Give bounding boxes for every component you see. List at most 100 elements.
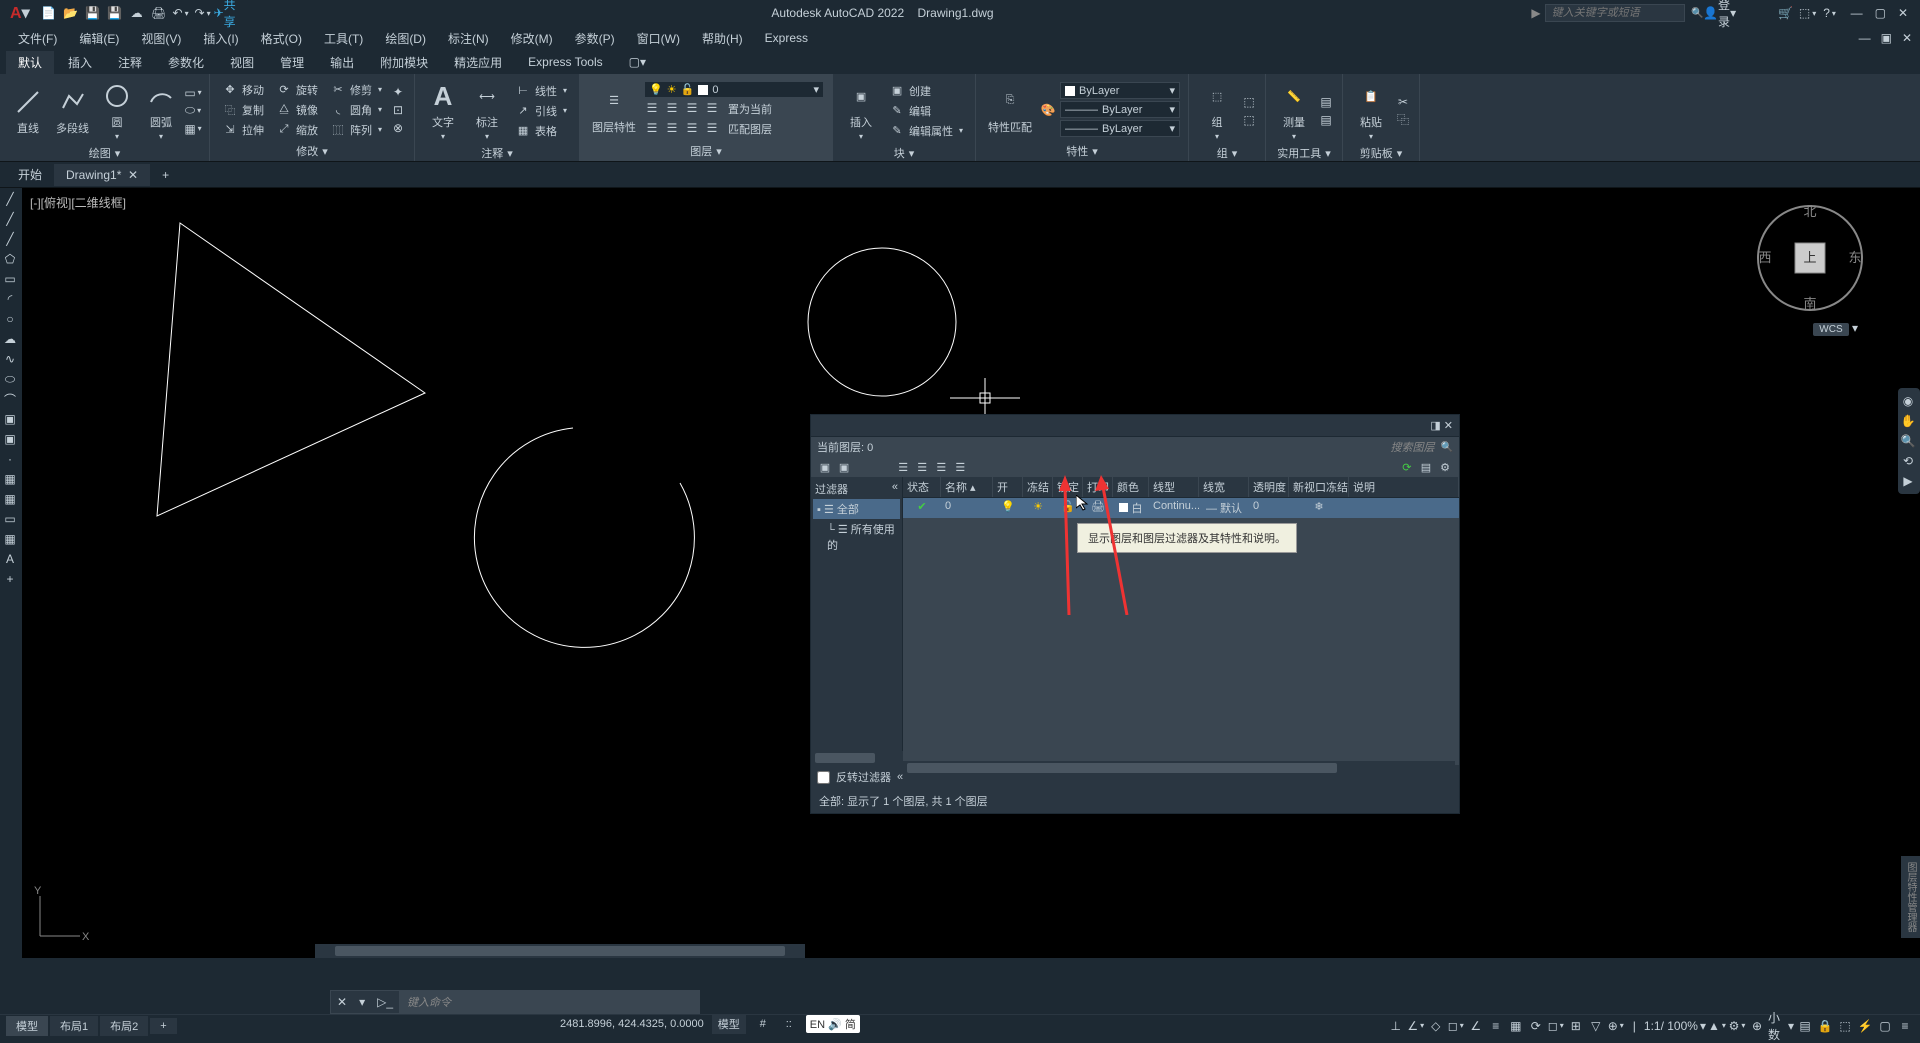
filter-used[interactable]: └ ☰ 所有使用的	[813, 519, 900, 555]
table-row[interactable]: ✔ 0 💡 ☀ 🔓 🖨 白 Continu... — 默认 0 ❄	[903, 498, 1459, 518]
scale-button[interactable]: ⤢缩放	[272, 121, 322, 139]
menu-insert[interactable]: 插入(I)	[193, 28, 248, 49]
layer-combo[interactable]: 💡 ☀ 🔓 0 ▾	[644, 81, 824, 98]
doc-close-icon[interactable]: ✕	[1902, 31, 1912, 45]
invert-filter-checkbox[interactable]	[817, 771, 830, 784]
layout-tab-1[interactable]: 布局1	[50, 1016, 98, 1036]
insert-block-button[interactable]: ▣插入▾	[841, 78, 881, 143]
plot-icon[interactable]: 🖨	[150, 4, 168, 22]
cmd-history-icon[interactable]: ▾	[353, 995, 371, 1009]
tab-box-icon[interactable]: ▢▾	[617, 52, 658, 72]
vp-freeze-icon[interactable]: ❄	[1314, 501, 1323, 513]
stretch-button[interactable]: ⇲拉伸	[218, 121, 268, 139]
share-icon[interactable]: ✈ 共享	[216, 4, 234, 22]
transparency-icon[interactable]: ▦	[1507, 1018, 1525, 1034]
orbit-icon[interactable]: ⟲	[1898, 452, 1918, 470]
trim-button[interactable]: ✂修剪	[326, 81, 386, 99]
new-filter-icon[interactable]: ▣	[817, 459, 833, 475]
close-icon[interactable]: ✕	[1898, 6, 1908, 20]
menu-window[interactable]: 窗口(W)	[627, 28, 690, 49]
new-layer-vp-icon[interactable]: ☰	[914, 459, 930, 475]
copy-clip-icon[interactable]: ⿻	[1395, 112, 1411, 128]
col-freeze[interactable]: 冻结	[1023, 477, 1053, 497]
lweight-combo[interactable]: ———ByLayer▾	[1060, 101, 1180, 118]
doc-tab-drawing1[interactable]: Drawing1* ✕	[54, 164, 150, 186]
help-search-input[interactable]	[1545, 4, 1685, 22]
wcs-label[interactable]: WCS	[1813, 323, 1848, 336]
scale-label[interactable]: 1:1/ 100%	[1644, 1019, 1698, 1033]
model-space-button[interactable]: 模型	[712, 1014, 746, 1034]
help-icon[interactable]: ?	[1821, 4, 1839, 22]
cut-icon[interactable]: ✂	[1395, 94, 1411, 110]
set-current-icon[interactable]: ☰	[952, 459, 968, 475]
layout-tab-model[interactable]: 模型	[6, 1016, 48, 1036]
layer-tool-icon[interactable]: ☰	[704, 100, 720, 116]
tab-output[interactable]: 输出	[318, 51, 366, 74]
doc-minimize-icon[interactable]: —	[1859, 31, 1871, 45]
open-icon[interactable]: 📂	[62, 4, 80, 22]
menu-draw[interactable]: 绘图(D)	[375, 28, 436, 49]
offset-icon[interactable]: ⊡	[390, 102, 406, 118]
col-on[interactable]: 开	[993, 477, 1023, 497]
table-button[interactable]: ▦表格	[511, 122, 571, 140]
color-combo[interactable]: ByLayer▾	[1060, 82, 1180, 99]
col-vpfreeze[interactable]: 新视口冻结	[1289, 477, 1349, 497]
ltype-combo[interactable]: ———ByLayer▾	[1060, 120, 1180, 137]
dyn-ucs-icon[interactable]: ⊞	[1567, 1018, 1585, 1034]
col-ltype[interactable]: 线型	[1149, 477, 1199, 497]
set-current-button[interactable]: 置为当前	[724, 100, 776, 118]
ws-icon[interactable]: ⚙	[1728, 1018, 1746, 1034]
units-label[interactable]: 小数	[1768, 1018, 1786, 1034]
tab-manage[interactable]: 管理	[268, 51, 316, 74]
edit-block-button[interactable]: ✎编辑	[885, 102, 967, 120]
line-button[interactable]: 直线	[8, 84, 48, 138]
layer-tool-icon[interactable]: ☰	[684, 100, 700, 116]
showmot-icon[interactable]: ▶	[1898, 472, 1918, 490]
tree-scrollbar[interactable]	[811, 751, 903, 765]
ellipse-icon[interactable]: ⬭	[185, 103, 201, 119]
delete-layer-icon[interactable]: ☰	[933, 459, 949, 475]
tab-addins[interactable]: 附加模块	[368, 51, 440, 74]
doc-restore-icon[interactable]: ▣	[1881, 31, 1892, 45]
new-layer-icon[interactable]: ☰	[895, 459, 911, 475]
layer-tool-icon[interactable]: ☰	[644, 120, 660, 136]
sel-filter-icon[interactable]: ▽	[1587, 1018, 1605, 1034]
panel-close-icon[interactable]: ✕	[1444, 420, 1453, 432]
fillet-button[interactable]: ◟圆角	[326, 101, 386, 119]
iso-icon[interactable]: ◇	[1427, 1018, 1445, 1034]
new-tab-button[interactable]: +	[150, 164, 181, 186]
dim-button[interactable]: ⟷标注▾	[467, 78, 507, 143]
hw-accel-icon[interactable]: ⚡	[1856, 1018, 1874, 1034]
filter-all[interactable]: ▪ ☰ 全部	[813, 499, 900, 519]
grid-icon[interactable]: #	[754, 1016, 772, 1032]
col-name[interactable]: 名称 ▴	[941, 477, 993, 497]
tab-default[interactable]: 默认	[6, 51, 54, 74]
ortho-icon[interactable]: ⊥	[1387, 1018, 1405, 1034]
layer-manager-vtab[interactable]: 图层特性管理器	[1901, 856, 1920, 938]
osnap-icon[interactable]: ◻	[1447, 1018, 1465, 1034]
paste-button[interactable]: 📋粘贴▾	[1351, 78, 1391, 143]
annomon-icon[interactable]: ⊕	[1748, 1018, 1766, 1034]
customize-icon[interactable]: ≡	[1896, 1018, 1914, 1034]
copy-button[interactable]: ⿻复制	[218, 101, 268, 119]
command-input[interactable]: 键入命令	[399, 991, 699, 1013]
annoscale-icon[interactable]: ▲	[1708, 1018, 1726, 1034]
menu-param[interactable]: 参数(P)	[565, 28, 625, 49]
menu-file[interactable]: 文件(F)	[8, 28, 67, 49]
tab-parametric[interactable]: 参数化	[156, 51, 216, 74]
layer-tool-icon[interactable]: ☰	[644, 100, 660, 116]
array-button[interactable]: ⿲阵列	[326, 121, 386, 139]
col-lweight[interactable]: 线宽	[1199, 477, 1249, 497]
close-cmd-icon[interactable]: ✕	[331, 995, 353, 1009]
appstore-icon[interactable]: ⬚	[1799, 4, 1817, 22]
ime-indicator[interactable]: EN 🔊 简	[806, 1015, 860, 1033]
cycle-icon[interactable]: ⟳	[1527, 1018, 1545, 1034]
linear-button[interactable]: ⊢线性	[511, 82, 571, 100]
layer-tool-icon[interactable]: ☰	[684, 120, 700, 136]
tab-expresstools[interactable]: Express Tools	[516, 52, 614, 72]
text-button[interactable]: A文字▾	[423, 78, 463, 143]
viewcube[interactable]: 上 北 南 东 西 WCS ▾	[1750, 198, 1870, 318]
new-group-icon[interactable]: ▣	[836, 459, 852, 475]
erase-icon[interactable]: ⊗	[390, 120, 406, 136]
util-icon[interactable]: ▤	[1318, 112, 1334, 128]
